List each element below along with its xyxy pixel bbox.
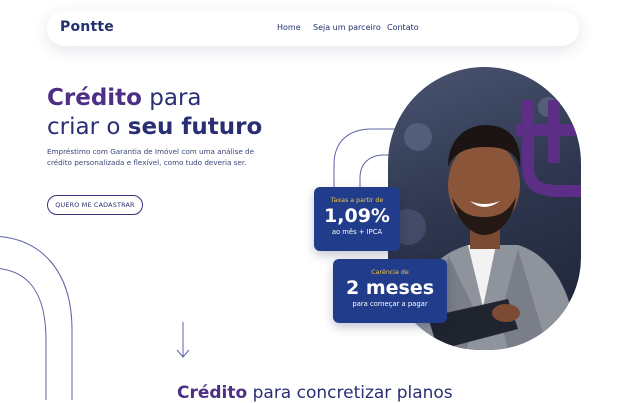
hero-title-accent: Crédito	[47, 85, 142, 111]
hero-title-line2: criar o	[47, 114, 128, 140]
section-title-rest: para concretizar planos	[247, 383, 453, 403]
rate-card-sub: ao mês + IPCA	[331, 228, 383, 236]
nav-link-home[interactable]: Home	[277, 23, 301, 32]
nav-link-contact[interactable]: Contato	[387, 23, 419, 32]
hero-description: Empréstimo com Garantia de Imóvel com um…	[47, 147, 255, 167]
grace-card-value: 2 meses	[345, 277, 435, 299]
section-title: Crédito para concretizar planos	[177, 383, 453, 403]
top-navbar: Pontte Home Seja um parceiro Contato	[47, 11, 579, 46]
rate-card-label: Taxas a partir de	[330, 197, 384, 204]
scroll-down-arrow-icon[interactable]	[176, 322, 190, 360]
grace-period-card: Carência de 2 meses para começar a pagar	[333, 259, 447, 323]
hero-title-highlight: seu futuro	[127, 114, 263, 140]
grace-card-label: Carência de	[371, 269, 409, 276]
grace-card-sub: para começar a pagar	[352, 300, 428, 308]
rate-card-value: 1,09%	[324, 205, 390, 227]
brand-logo[interactable]: Pontte	[60, 19, 114, 35]
signup-cta-button[interactable]: QUERO ME CADASTRAR	[47, 195, 143, 215]
rate-card: Taxas a partir de 1,09% ao mês + IPCA	[314, 187, 400, 251]
hero-title: Crédito para criar o seu futuro	[47, 84, 262, 142]
nav-link-partner[interactable]: Seja um parceiro	[313, 23, 381, 32]
section-title-accent: Crédito	[177, 383, 248, 403]
hero-title-rest: para	[141, 85, 202, 111]
